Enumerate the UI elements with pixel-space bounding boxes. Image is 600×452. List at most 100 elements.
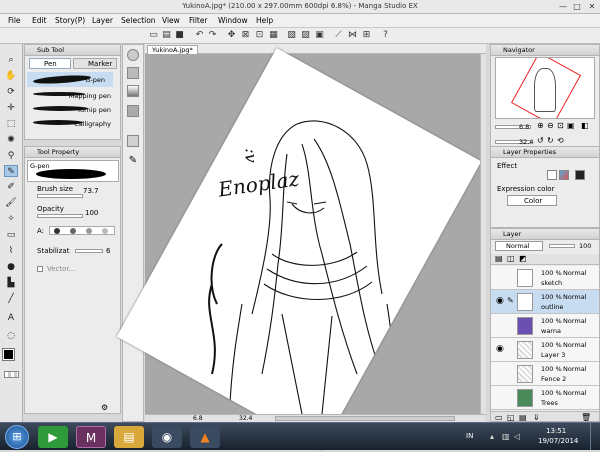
layer-opacity-slider[interactable] bbox=[549, 244, 575, 248]
menu-filter[interactable]: Filter bbox=[189, 16, 208, 25]
hand-tool-icon[interactable]: ✋ bbox=[4, 70, 18, 82]
effect-color-button[interactable] bbox=[559, 170, 569, 180]
stabilization-value[interactable]: 6 bbox=[106, 247, 110, 255]
manga-studio-icon[interactable]: M bbox=[76, 426, 106, 448]
new-vector-layer-icon[interactable]: ◱ bbox=[507, 413, 515, 421]
eye-icon[interactable]: ◉ bbox=[496, 344, 504, 354]
stabilization-slider[interactable] bbox=[75, 249, 103, 253]
foreground-color-swatch[interactable] bbox=[2, 348, 15, 361]
rotate-right-icon[interactable]: ↻ bbox=[547, 136, 554, 145]
reset-rotation-icon[interactable]: ⟲ bbox=[557, 136, 564, 145]
fill-icon[interactable]: ▦ bbox=[268, 30, 279, 41]
minimize-button[interactable]: — bbox=[556, 1, 570, 12]
brush-tip-icon[interactable]: ✎ bbox=[126, 155, 140, 169]
canvas-zoom-readout[interactable]: 6.8 bbox=[193, 415, 203, 422]
menu-file[interactable]: File bbox=[8, 16, 21, 25]
menu-layer[interactable]: Layer bbox=[92, 16, 113, 25]
volume-icon[interactable]: ◁ bbox=[514, 432, 520, 441]
antialiasing-selector[interactable] bbox=[49, 226, 115, 235]
fill-tool-icon[interactable]: ● bbox=[4, 261, 18, 273]
brush-item-calligraphy[interactable]: Calligraphy bbox=[27, 116, 113, 130]
navigator-rotation-value[interactable]: 32.4 bbox=[519, 138, 533, 146]
clock-time[interactable]: 13:51 bbox=[546, 427, 566, 435]
rotate-tool-icon[interactable]: ⟳ bbox=[4, 86, 18, 98]
text-tool-icon[interactable]: A bbox=[4, 312, 18, 324]
tab-marker[interactable]: Marker bbox=[73, 58, 117, 69]
snap-icon[interactable]: ⋈ bbox=[347, 30, 358, 41]
network-icon[interactable]: ▥ bbox=[502, 432, 510, 441]
eraser-tool-icon[interactable]: ▭ bbox=[4, 229, 18, 241]
effect-border-button[interactable] bbox=[547, 170, 557, 180]
actual-size-icon[interactable]: ▣ bbox=[567, 121, 575, 130]
tray-arrow-icon[interactable]: ▴ bbox=[490, 432, 494, 441]
clear-icon[interactable]: ▧ bbox=[286, 30, 297, 41]
effect-tone-button[interactable] bbox=[575, 170, 585, 180]
layer-row[interactable]: 100 % Normal Fence 2 bbox=[491, 362, 599, 386]
vlc-icon[interactable]: ▲ bbox=[190, 426, 220, 448]
layer-row[interactable]: 100 % Normal Trees bbox=[491, 386, 599, 410]
ruler-icon[interactable]: ⟋ bbox=[333, 30, 344, 41]
help-icon[interactable]: ? bbox=[380, 30, 391, 41]
eye-icon[interactable]: ◉ bbox=[496, 296, 504, 306]
layer-row[interactable]: ◉ 100 % Normal Layer 3 bbox=[491, 338, 599, 362]
new-folder-icon[interactable]: ▤ bbox=[519, 413, 527, 421]
flip-icon[interactable]: ◧ bbox=[581, 121, 589, 130]
lock-icon[interactable]: ▤ bbox=[495, 254, 503, 263]
snap-grid-icon[interactable]: ⊞ bbox=[361, 30, 372, 41]
brush-size-value[interactable]: 73.7 bbox=[83, 187, 99, 195]
tool-property-settings-icon[interactable]: ⚙ bbox=[101, 403, 108, 412]
navigator-preview[interactable] bbox=[495, 57, 595, 119]
layer-row[interactable]: ◉ ✎ 100 % Normal outline bbox=[491, 290, 599, 314]
fit-view-icon[interactable]: ⊡ bbox=[557, 121, 564, 130]
crop-icon[interactable]: ▣ bbox=[314, 30, 325, 41]
blend-mode-select[interactable]: Normal bbox=[495, 241, 543, 251]
color-wheel-icon[interactable] bbox=[127, 49, 139, 61]
zoom-tool-icon[interactable]: ⌕ bbox=[4, 54, 18, 66]
reference-icon[interactable]: ◩ bbox=[519, 254, 527, 263]
horizontal-scrollbar[interactable] bbox=[275, 416, 455, 421]
clock-date[interactable]: 19/07/2014 bbox=[538, 437, 578, 445]
vector-checkbox[interactable] bbox=[37, 266, 43, 272]
expression-color-select[interactable]: Color bbox=[507, 195, 557, 206]
approximate-color-icon[interactable] bbox=[127, 105, 139, 117]
menu-edit[interactable]: Edit bbox=[32, 16, 47, 25]
layer-row[interactable]: 100 % Normal warna bbox=[491, 314, 599, 338]
pen-tool-icon[interactable]: ✎ bbox=[4, 165, 18, 177]
close-button[interactable]: ✕ bbox=[585, 1, 599, 12]
save-icon[interactable]: ■ bbox=[174, 30, 185, 41]
deselect-icon[interactable]: ⊠ bbox=[240, 30, 251, 41]
menu-view[interactable]: View bbox=[162, 16, 180, 25]
gradient-tool-icon[interactable]: ▙ bbox=[4, 277, 18, 289]
lasso-tool-icon[interactable]: ✺ bbox=[4, 134, 18, 146]
clip-icon[interactable]: ◫ bbox=[507, 254, 515, 263]
pencil-tool-icon[interactable]: ✐ bbox=[4, 181, 18, 193]
brush-size-slider[interactable] bbox=[37, 194, 83, 198]
menu-window[interactable]: Window bbox=[218, 16, 248, 25]
menu-help[interactable]: Help bbox=[256, 16, 273, 25]
blend-tool-icon[interactable]: ⌇ bbox=[4, 245, 18, 257]
zoom-out-icon[interactable]: ⊖ bbox=[547, 121, 554, 130]
airbrush-tool-icon[interactable]: ✧ bbox=[4, 213, 18, 225]
undo-icon[interactable]: ↶ bbox=[194, 30, 205, 41]
brush-tool-icon[interactable]: 🖌 bbox=[4, 197, 18, 209]
transparent-color-swatch[interactable] bbox=[4, 371, 19, 378]
tab-pen[interactable]: Pen bbox=[29, 58, 71, 69]
brush-item-gpen[interactable]: G-pen bbox=[27, 72, 113, 87]
brush-item-turnip-pen[interactable]: Turnip pen bbox=[27, 102, 113, 116]
file-explorer-icon[interactable]: ▤ bbox=[114, 426, 144, 448]
new-file-icon[interactable]: ▭ bbox=[148, 30, 159, 41]
vertical-scrollbar[interactable] bbox=[480, 54, 486, 414]
language-indicator[interactable]: IN bbox=[466, 432, 473, 440]
open-folder-icon[interactable]: ▤ bbox=[161, 30, 172, 41]
invert-selection-icon[interactable]: ⊡ bbox=[254, 30, 265, 41]
canvas-angle-readout[interactable]: 32.4 bbox=[239, 415, 252, 422]
intermediate-color-icon[interactable] bbox=[127, 85, 139, 97]
balloon-tool-icon[interactable]: ◌ bbox=[4, 330, 18, 342]
menu-story[interactable]: Story(P) bbox=[55, 16, 85, 25]
video-player-icon[interactable]: ◉ bbox=[152, 426, 182, 448]
layer-row[interactable]: 100 % Normal sketch bbox=[491, 266, 599, 290]
maximize-button[interactable]: □ bbox=[570, 1, 584, 12]
color-set-icon[interactable] bbox=[127, 67, 139, 79]
color-history-icon[interactable] bbox=[127, 135, 139, 147]
shape-tool-icon[interactable]: ╱ bbox=[4, 293, 18, 305]
